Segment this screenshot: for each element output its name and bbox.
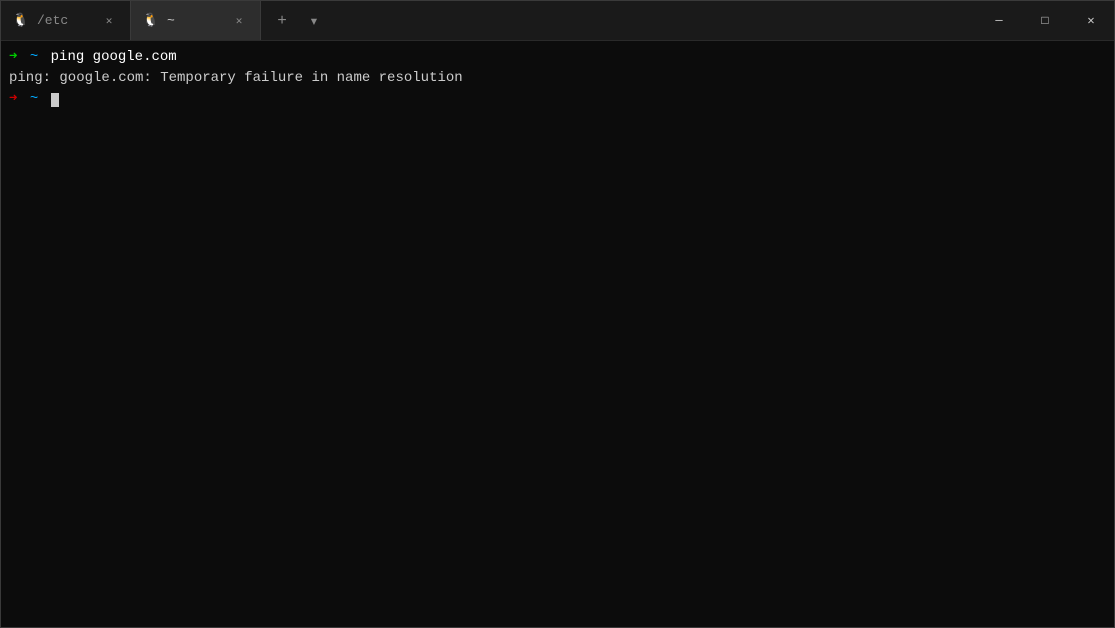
prompt-tilde-2: ~ [21, 89, 46, 110]
command-text: ping google.com [51, 47, 177, 68]
tab-home[interactable]: 🐧 ~ ✕ [131, 1, 261, 40]
tab-home-label: ~ [167, 13, 222, 28]
close-button[interactable]: ✕ [1068, 1, 1114, 40]
tab-etc-label: /etc [37, 13, 92, 28]
tab-etc[interactable]: 🐧 /etc ✕ [1, 1, 131, 40]
tab-etc-icon: 🐧 [13, 13, 29, 29]
terminal-line-1: ➜ ~ ping google.com [9, 47, 1106, 68]
title-bar: 🐧 /etc ✕ 🐧 ~ ✕ + ▾ ─ □ ✕ [1, 1, 1114, 41]
tab-controls: + ▾ [261, 1, 335, 40]
prompt-arrow-red: ➜ [9, 89, 17, 110]
tab-dropdown-button[interactable]: ▾ [299, 6, 329, 36]
prompt-arrow-green: ➜ [9, 47, 17, 68]
prompt-tilde-1: ~ [21, 47, 46, 68]
output-text: ping: google.com: Temporary failure in n… [9, 68, 463, 89]
tabs-area: 🐧 /etc ✕ 🐧 ~ ✕ + ▾ [1, 1, 976, 40]
terminal-content[interactable]: ➜ ~ ping google.com ping: google.com: Te… [1, 41, 1114, 627]
terminal-line-2: ping: google.com: Temporary failure in n… [9, 68, 1106, 89]
maximize-button[interactable]: □ [1022, 1, 1068, 40]
terminal-cursor [51, 93, 59, 107]
window-controls: ─ □ ✕ [976, 1, 1114, 40]
tab-home-icon: 🐧 [143, 13, 159, 29]
terminal-line-3: ➜ ~ [9, 89, 1106, 110]
minimize-button[interactable]: ─ [976, 1, 1022, 40]
new-tab-button[interactable]: + [267, 6, 297, 36]
terminal-window: 🐧 /etc ✕ 🐧 ~ ✕ + ▾ ─ □ ✕ ➜ [0, 0, 1115, 628]
tab-home-close[interactable]: ✕ [230, 12, 248, 30]
tab-etc-close[interactable]: ✕ [100, 12, 118, 30]
